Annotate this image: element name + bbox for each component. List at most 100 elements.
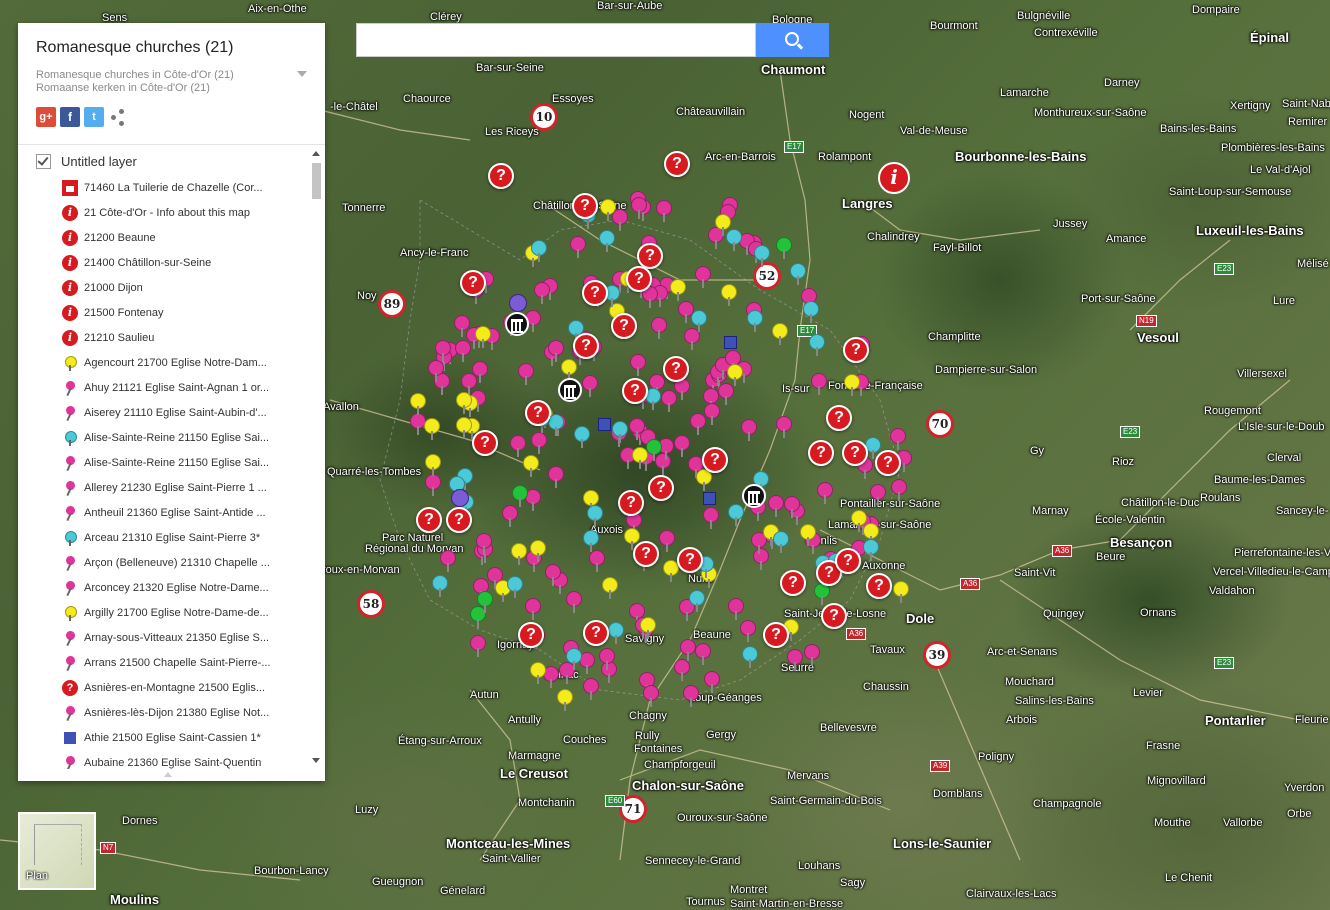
question-marker[interactable]: ? [622, 378, 648, 404]
yellow-pin-marker[interactable] [530, 662, 546, 684]
question-marker[interactable]: ? [702, 447, 728, 473]
question-marker[interactable]: ? [826, 405, 852, 431]
yellow-pin-marker[interactable] [557, 689, 573, 711]
pushpin-marker[interactable] [455, 340, 471, 362]
layer-item[interactable]: Antheuil 21360 Eglise Saint-Antide ... [18, 500, 308, 525]
question-marker[interactable]: ? [618, 490, 644, 516]
pushpin-marker[interactable] [534, 282, 550, 304]
question-marker[interactable]: ? [446, 507, 472, 533]
pushpin-marker[interactable] [476, 533, 492, 555]
yellow-pin-marker[interactable] [893, 581, 909, 603]
layer-item[interactable]: Argilly 21700 Eglise Notre-Dame-de... [18, 600, 308, 625]
pushpin-marker[interactable] [655, 453, 671, 475]
question-marker[interactable]: ? [633, 541, 659, 567]
cyan-pin-marker[interactable] [587, 505, 603, 527]
pushpin-marker[interactable] [583, 678, 599, 700]
share-icon[interactable] [108, 107, 128, 127]
google-plus-icon[interactable]: g+ [36, 107, 56, 127]
cyan-pin-marker[interactable] [809, 334, 825, 356]
pushpin-marker[interactable] [461, 373, 477, 395]
layer-item[interactable]: ? Asnières-en-Montagne 21500 Eglis... [18, 675, 308, 700]
pushpin-marker[interactable] [741, 419, 757, 441]
question-marker[interactable]: ? [518, 622, 544, 648]
question-marker[interactable]: ? [488, 163, 514, 189]
pushpin-marker[interactable] [582, 375, 598, 397]
question-marker[interactable]: ? [472, 430, 498, 456]
pushpin-marker[interactable] [548, 466, 564, 488]
pushpin-marker[interactable] [566, 591, 582, 613]
cyan-pin-marker[interactable] [742, 646, 758, 668]
layer-item[interactable]: Alise-Sainte-Reine 21150 Eglise Sai... [18, 450, 308, 475]
question-marker[interactable]: ? [842, 440, 868, 466]
green-pin-marker[interactable] [477, 591, 493, 613]
facebook-icon[interactable]: f [60, 107, 80, 127]
question-marker[interactable]: ? [648, 475, 674, 501]
question-marker[interactable]: ? [582, 280, 608, 306]
square-marker[interactable] [598, 418, 611, 431]
layer-checkbox[interactable] [36, 153, 51, 169]
layer-item[interactable]: Alise-Sainte-Reine 21150 Eglise Sai... [18, 425, 308, 450]
pushpin-marker[interactable] [695, 266, 711, 288]
question-marker[interactable]: ? [637, 243, 663, 269]
pushpin-marker[interactable] [643, 685, 659, 707]
search-box[interactable] [356, 23, 756, 57]
yellow-pin-marker[interactable] [410, 393, 426, 415]
yellow-pin-marker[interactable] [721, 284, 737, 306]
layer-item[interactable]: Arçon (Belleneuve) 21310 Chapelle ... [18, 550, 308, 575]
search-button[interactable] [756, 23, 829, 57]
cyan-pin-marker[interactable] [612, 421, 628, 443]
yellow-pin-marker[interactable] [456, 392, 472, 414]
cyan-pin-marker[interactable] [754, 245, 770, 267]
pushpin-marker[interactable] [599, 648, 615, 670]
cyan-pin-marker[interactable] [728, 504, 744, 526]
pushpin-marker[interactable] [435, 340, 451, 362]
question-marker[interactable]: ? [664, 151, 690, 177]
pushpin-marker[interactable] [804, 644, 820, 666]
yellow-pin-marker[interactable] [715, 214, 731, 236]
cyan-pin-marker[interactable] [574, 426, 590, 448]
pushpin-marker[interactable] [718, 383, 734, 405]
yellow-pin-marker[interactable] [844, 374, 860, 396]
question-marker[interactable]: ? [835, 548, 861, 574]
pushpin-marker[interactable] [680, 639, 696, 661]
yellow-pin-marker[interactable] [851, 510, 867, 532]
pushpin-marker[interactable] [518, 363, 534, 385]
layer-item[interactable]: 71460 La Tuilerie de Chazelle (Cor... [18, 175, 308, 200]
pushpin-marker[interactable] [740, 620, 756, 642]
pushpin-marker[interactable] [784, 496, 800, 518]
layer-item[interactable]: Aubaine 21360 Eglise Saint-Quentin [18, 750, 308, 769]
pushpin-marker[interactable] [703, 388, 719, 410]
chevron-down-icon[interactable] [297, 71, 307, 77]
cyan-pin-marker[interactable] [863, 539, 879, 561]
pushpin-marker[interactable] [651, 317, 667, 339]
question-marker[interactable]: ? [626, 266, 652, 292]
yellow-pin-marker[interactable] [425, 454, 441, 476]
scroll-up-icon[interactable] [312, 151, 320, 156]
cyan-pin-marker[interactable] [691, 310, 707, 332]
cyan-pin-marker[interactable] [726, 229, 742, 251]
pushpin-marker[interactable] [510, 435, 526, 457]
question-marker[interactable]: ? [875, 450, 901, 476]
panel-scrollbar[interactable] [310, 147, 323, 769]
cyan-pin-marker[interactable] [689, 590, 705, 612]
pushpin-marker[interactable] [631, 197, 647, 219]
pushpin-marker[interactable] [683, 685, 699, 707]
pushpin-marker[interactable] [891, 479, 907, 501]
layer-item[interactable]: i 21 Côte-d'Or - Info about this map [18, 200, 308, 225]
purple-circle-marker[interactable] [509, 294, 527, 312]
yellow-pin-marker[interactable] [602, 577, 618, 599]
pushpin-marker[interactable] [776, 416, 792, 438]
layer-item[interactable]: i 21200 Beaune [18, 225, 308, 250]
layer-item[interactable]: Allerey 21230 Eglise Saint-Pierre 1 ... [18, 475, 308, 500]
pushpin-marker[interactable] [768, 495, 784, 517]
pushpin-marker[interactable] [525, 598, 541, 620]
collapse-panel-icon[interactable] [164, 772, 172, 777]
pushpin-marker[interactable] [817, 482, 833, 504]
yellow-pin-marker[interactable] [511, 543, 527, 565]
pushpin-marker[interactable] [545, 564, 561, 586]
museum-marker[interactable] [742, 484, 766, 508]
question-marker[interactable]: ? [416, 507, 442, 533]
pushpin-marker[interactable] [870, 484, 886, 506]
yellow-pin-marker[interactable] [530, 540, 546, 562]
pushpin-marker[interactable] [753, 548, 769, 570]
